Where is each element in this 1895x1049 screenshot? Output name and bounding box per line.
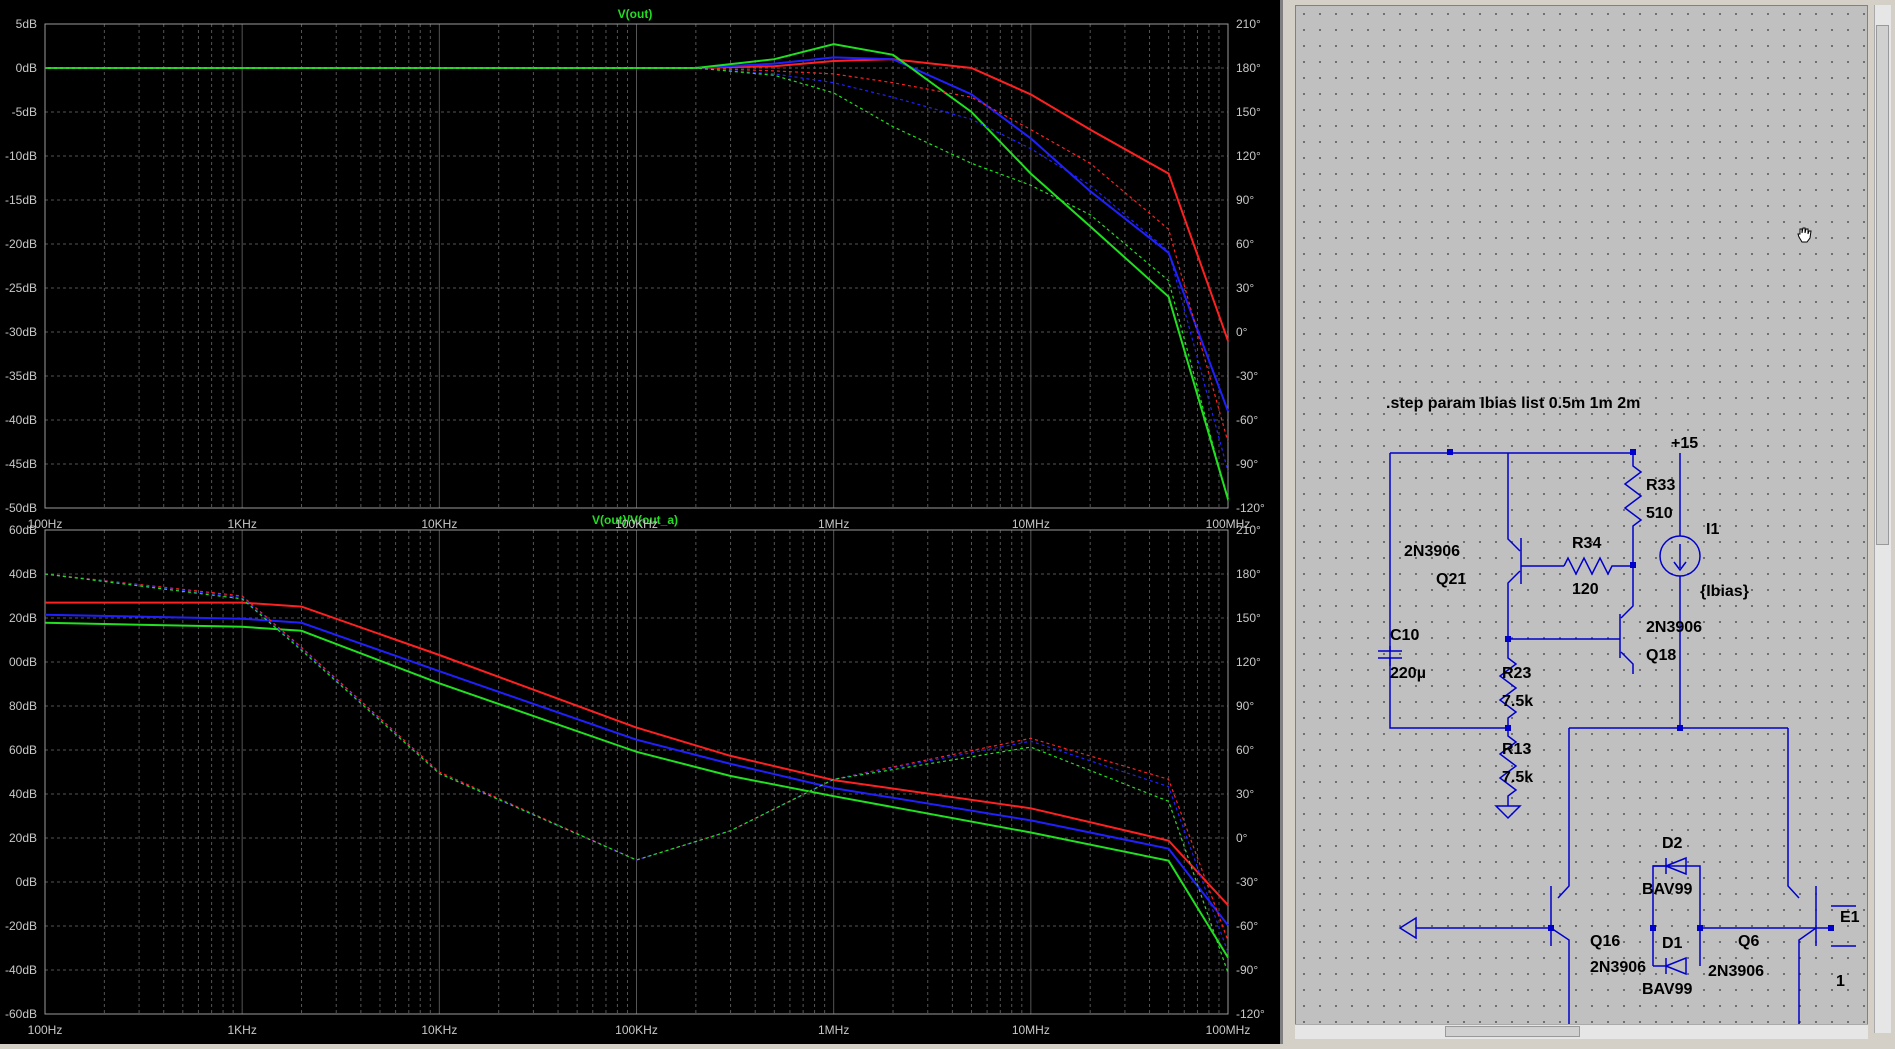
y2-tick-label: -30° — [1236, 875, 1258, 889]
x-tick-label: 100KHz — [615, 517, 658, 531]
q6-name: Q6 — [1738, 933, 1759, 950]
y-tick-label: 60dB — [9, 743, 37, 757]
c10-name: C10 — [1390, 627, 1419, 644]
q18-name: Q18 — [1646, 647, 1676, 664]
q6-type: 2N3906 — [1708, 963, 1764, 980]
schematic-canvas[interactable]: .step param Ibias list 0.5m 1m 2m +15 R3… — [1295, 5, 1868, 1033]
d1-name: D1 — [1662, 935, 1683, 952]
x-tick-label: 10KHz — [421, 1023, 457, 1037]
y2-tick-label: 30° — [1236, 787, 1254, 801]
hand-cursor-icon — [1797, 227, 1812, 243]
y2-tick-label: 210° — [1236, 17, 1261, 31]
vcc-label: +15 — [1671, 435, 1698, 452]
y-tick-label: 0dB — [16, 875, 37, 889]
y-tick-label: -50dB — [5, 501, 37, 515]
y2-tick-label: -60° — [1236, 919, 1258, 933]
y2-tick-label: 30° — [1236, 281, 1254, 295]
y2-tick-label: 120° — [1236, 149, 1261, 163]
step-directive[interactable]: .step param Ibias list 0.5m 1m 2m — [1386, 395, 1640, 412]
y2-tick-label: -90° — [1236, 457, 1258, 471]
y2-tick-label: -60° — [1236, 413, 1258, 427]
y2-tick-label: -120° — [1236, 501, 1265, 515]
y-tick-label: -15dB — [5, 193, 37, 207]
y-tick-label: -40dB — [5, 963, 37, 977]
y-tick-label: -45dB — [5, 457, 37, 471]
x-tick-label: 1KHz — [227, 517, 256, 531]
x-tick-label: 10KHz — [421, 517, 457, 531]
y2-tick-label: 180° — [1236, 61, 1261, 75]
waveform-viewer[interactable]: V(out) V(out)/V(out_a) 5dB 210° 0dB 180° -5d… — [0, 0, 1283, 1044]
d1-value: BAV99 — [1642, 981, 1692, 998]
y-tick-label: 40dB — [9, 787, 37, 801]
x-tick-label: 1MHz — [818, 517, 849, 531]
y-tick-label: -35dB — [5, 369, 37, 383]
y2-tick-label: 150° — [1236, 611, 1261, 625]
e1-name: E1 — [1840, 909, 1860, 926]
x-tick-label: 100Hz — [28, 1023, 63, 1037]
q21-name: Q21 — [1436, 571, 1466, 588]
e1-value: 1 — [1836, 973, 1845, 990]
y2-tick-label: 60° — [1236, 237, 1254, 251]
y2-tick-label: -90° — [1236, 963, 1258, 977]
d2-name: D2 — [1662, 835, 1683, 852]
y-tick-label: 0dB — [16, 61, 37, 75]
y2-tick-label: 150° — [1236, 105, 1261, 119]
schematic-vertical-scroll-thumb[interactable] — [1876, 25, 1889, 545]
y2-tick-label: 0° — [1236, 325, 1248, 339]
y2-tick-label: 60° — [1236, 743, 1254, 757]
x-tick-label: 10MHz — [1012, 517, 1050, 531]
i1-value: {Ibias} — [1700, 583, 1749, 600]
y2-tick-label: 90° — [1236, 193, 1254, 207]
r13-value: 7.5k — [1502, 769, 1533, 786]
q21-type: 2N3906 — [1404, 543, 1460, 560]
q18-type: 2N3906 — [1646, 619, 1702, 636]
r23-name: R23 — [1502, 665, 1531, 682]
y2-tick-label: -120° — [1236, 1007, 1265, 1021]
y-tick-label: 00dB — [9, 655, 37, 669]
y-tick-label: 80dB — [9, 699, 37, 713]
y2-tick-label: 120° — [1236, 655, 1261, 669]
y-tick-label: -30dB — [5, 325, 37, 339]
y-tick-label: -40dB — [5, 413, 37, 427]
r34-name: R34 — [1572, 535, 1601, 552]
c10-value: 220µ — [1390, 665, 1426, 682]
y2-tick-label: 180° — [1236, 567, 1261, 581]
schematic-pane: .step param Ibias list 0.5m 1m 2m +15 R3… — [1290, 0, 1895, 1044]
y2-tick-label: -30° — [1236, 369, 1258, 383]
r23-value: 7.5k — [1502, 693, 1533, 710]
y-tick-label: -20dB — [5, 237, 37, 251]
y-tick-label: 20dB — [9, 831, 37, 845]
y-tick-label: 5dB — [16, 17, 37, 31]
top-plot-title[interactable]: V(out) — [618, 7, 653, 21]
y-tick-label: -10dB — [5, 149, 37, 163]
y-tick-label: 60dB — [9, 523, 37, 537]
x-tick-label: 100KHz — [615, 1023, 658, 1037]
y-tick-label: 20dB — [9, 611, 37, 625]
x-tick-label: 10MHz — [1012, 1023, 1050, 1037]
r33-name: R33 — [1646, 477, 1675, 494]
y2-tick-label: 0° — [1236, 831, 1248, 845]
y2-tick-label: 210° — [1236, 523, 1261, 537]
y2-tick-label: 90° — [1236, 699, 1254, 713]
y-tick-label: 40dB — [9, 567, 37, 581]
schematic-horizontal-scrollbar[interactable] — [1295, 1024, 1868, 1039]
y-tick-label: -25dB — [5, 281, 37, 295]
plot-canvas[interactable]: V(out) V(out)/V(out_a) 5dB 210°0dB 180°-5d… — [0, 0, 1280, 1044]
schematic-drawing[interactable]: .step param Ibias list 0.5m 1m 2m +15 R3… — [1296, 6, 1867, 1032]
q16-type: 2N3906 — [1590, 959, 1646, 976]
x-tick-label: 1KHz — [227, 1023, 256, 1037]
i1-name: I1 — [1706, 521, 1719, 538]
r34-value: 120 — [1572, 581, 1599, 598]
y-tick-label: -60dB — [5, 1007, 37, 1021]
schematic-vertical-scrollbar[interactable] — [1874, 5, 1891, 1033]
schematic-horizontal-scroll-thumb[interactable] — [1445, 1026, 1580, 1037]
y-tick-label: -5dB — [12, 105, 37, 119]
d2-value: BAV99 — [1642, 881, 1692, 898]
x-tick-label: 100MHz — [1206, 1023, 1251, 1037]
q16-name: Q16 — [1590, 933, 1620, 950]
x-tick-label: 1MHz — [818, 1023, 849, 1037]
r33-value: 510 — [1646, 505, 1673, 522]
r13-name: R13 — [1502, 741, 1531, 758]
y-tick-label: -20dB — [5, 919, 37, 933]
